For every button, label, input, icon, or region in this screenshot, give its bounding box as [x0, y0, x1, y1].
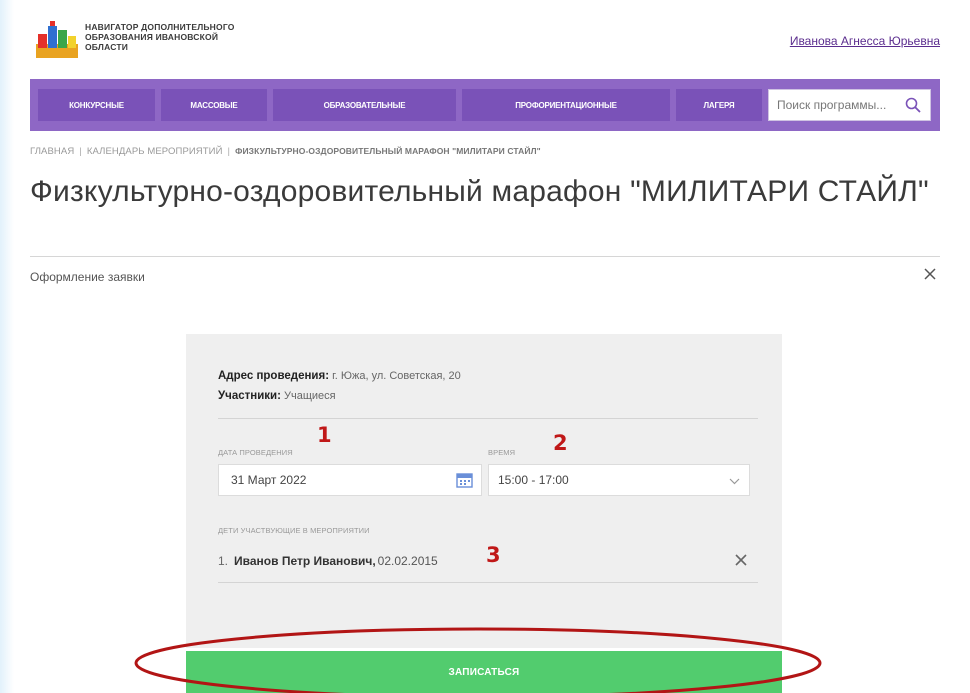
child-number: 1.: [218, 554, 229, 568]
breadcrumb-separator: |: [227, 146, 231, 157]
nav-item-career[interactable]: ПРОФОРИЕНТАЦИОННЫЕ: [462, 89, 670, 121]
time-label: ВРЕМЯ: [488, 448, 516, 457]
breadcrumb-home[interactable]: ГЛАВНАЯ: [30, 146, 74, 157]
chevron-down-icon[interactable]: [729, 476, 740, 486]
breadcrumb: ГЛАВНАЯ | КАЛЕНДАРЬ МЕРОПРИЯТИЙ | ФИЗКУЛЬТУР…: [30, 146, 541, 157]
card-divider: [218, 418, 758, 419]
child-name: Иванов Петр Иванович,: [234, 554, 376, 568]
time-select[interactable]: 15:00 - 17:00: [488, 464, 750, 496]
logo-line-1: НАВИГАТОР ДОПОЛНИТЕЛЬНОГО: [85, 22, 235, 32]
logo-line-2: ОБРАЗОВАНИЯ ИВАНОВСКОЙ: [85, 32, 219, 42]
page-title: Физкультурно-оздоровительный марафон "МИ…: [30, 175, 929, 208]
annotation-3: 3: [486, 543, 501, 567]
breadcrumb-separator: |: [79, 146, 82, 157]
children-label: ДЕТИ УЧАСТВУЮЩИЕ В МЕРОПРИЯТИИ: [218, 526, 370, 535]
search-input[interactable]: [777, 98, 902, 112]
participants-value: Учащиеся: [280, 390, 336, 402]
main-nav: КОНКУРСНЫЕ МАССОВЫЕ ОБРАЗОВАТЕЛЬНЫЕ ПРОФ…: [30, 79, 940, 131]
address-value: г. Южа, ул. Советская, 20: [329, 370, 461, 382]
logo-line-3: ОБЛАСТИ: [85, 42, 129, 52]
calendar-icon[interactable]: [456, 472, 473, 488]
address-label: Адрес проведения:: [218, 370, 330, 382]
region-logo-icon[interactable]: [36, 20, 78, 60]
annotation-1: 1: [317, 423, 332, 447]
participants-label: Участники:: [218, 390, 281, 402]
nav-item-contest[interactable]: КОНКУРСНЫЕ: [38, 89, 155, 121]
address-line: Адрес проведения: г. Южа, ул. Советская,…: [218, 370, 461, 382]
nav-item-camps[interactable]: ЛАГЕРЯ: [676, 89, 762, 121]
close-icon[interactable]: [922, 266, 938, 282]
breadcrumb-current: ФИЗКУЛЬТУРНО-ОЗДОРОВИТЕЛЬНЫЙ МАРАФОН "МИ…: [235, 146, 541, 156]
form-heading: Оформление заявки: [30, 270, 145, 284]
nav-item-mass[interactable]: МАССОВЫЕ: [161, 89, 267, 121]
search-icon[interactable]: [905, 97, 921, 113]
side-decoration: [0, 0, 14, 693]
participants-line: Участники: Учащиеся: [218, 390, 336, 402]
nav-item-educational[interactable]: ОБРАЗОВАТЕЛЬНЫЕ: [273, 89, 456, 121]
date-label: ДАТА ПРОВЕДЕНИЯ: [218, 448, 293, 457]
application-form-card: Адрес проведения: г. Южа, ул. Советская,…: [186, 334, 782, 648]
submit-button[interactable]: ЗАПИСАТЬСЯ: [186, 651, 782, 693]
user-profile-link[interactable]: Иванова Агнесса Юрьевна: [790, 34, 940, 48]
breadcrumb-calendar[interactable]: КАЛЕНДАРЬ МЕРОПРИЯТИЙ: [87, 146, 223, 157]
date-input[interactable]: 31 Март 2022: [218, 464, 482, 496]
title-divider: [30, 256, 940, 257]
card-divider: [218, 582, 758, 583]
header: НАВИГАТОР ДОПОЛНИТЕЛЬНОГО ОБРАЗОВАНИЯ ИВ…: [30, 0, 940, 76]
child-birthdate: 02.02.2015: [377, 554, 438, 568]
page: НАВИГАТОР ДОПОЛНИТЕЛЬНОГО ОБРАЗОВАНИЯ ИВ…: [30, 0, 940, 693]
date-value: 31 Март 2022: [231, 473, 307, 487]
time-value: 15:00 - 17:00: [498, 473, 569, 487]
annotation-2: 2: [553, 431, 568, 455]
remove-child-icon[interactable]: [734, 553, 748, 567]
logo-text: НАВИГАТОР ДОПОЛНИТЕЛЬНОГО ОБРАЗОВАНИЯ ИВ…: [85, 22, 285, 52]
search-box: [768, 89, 931, 121]
